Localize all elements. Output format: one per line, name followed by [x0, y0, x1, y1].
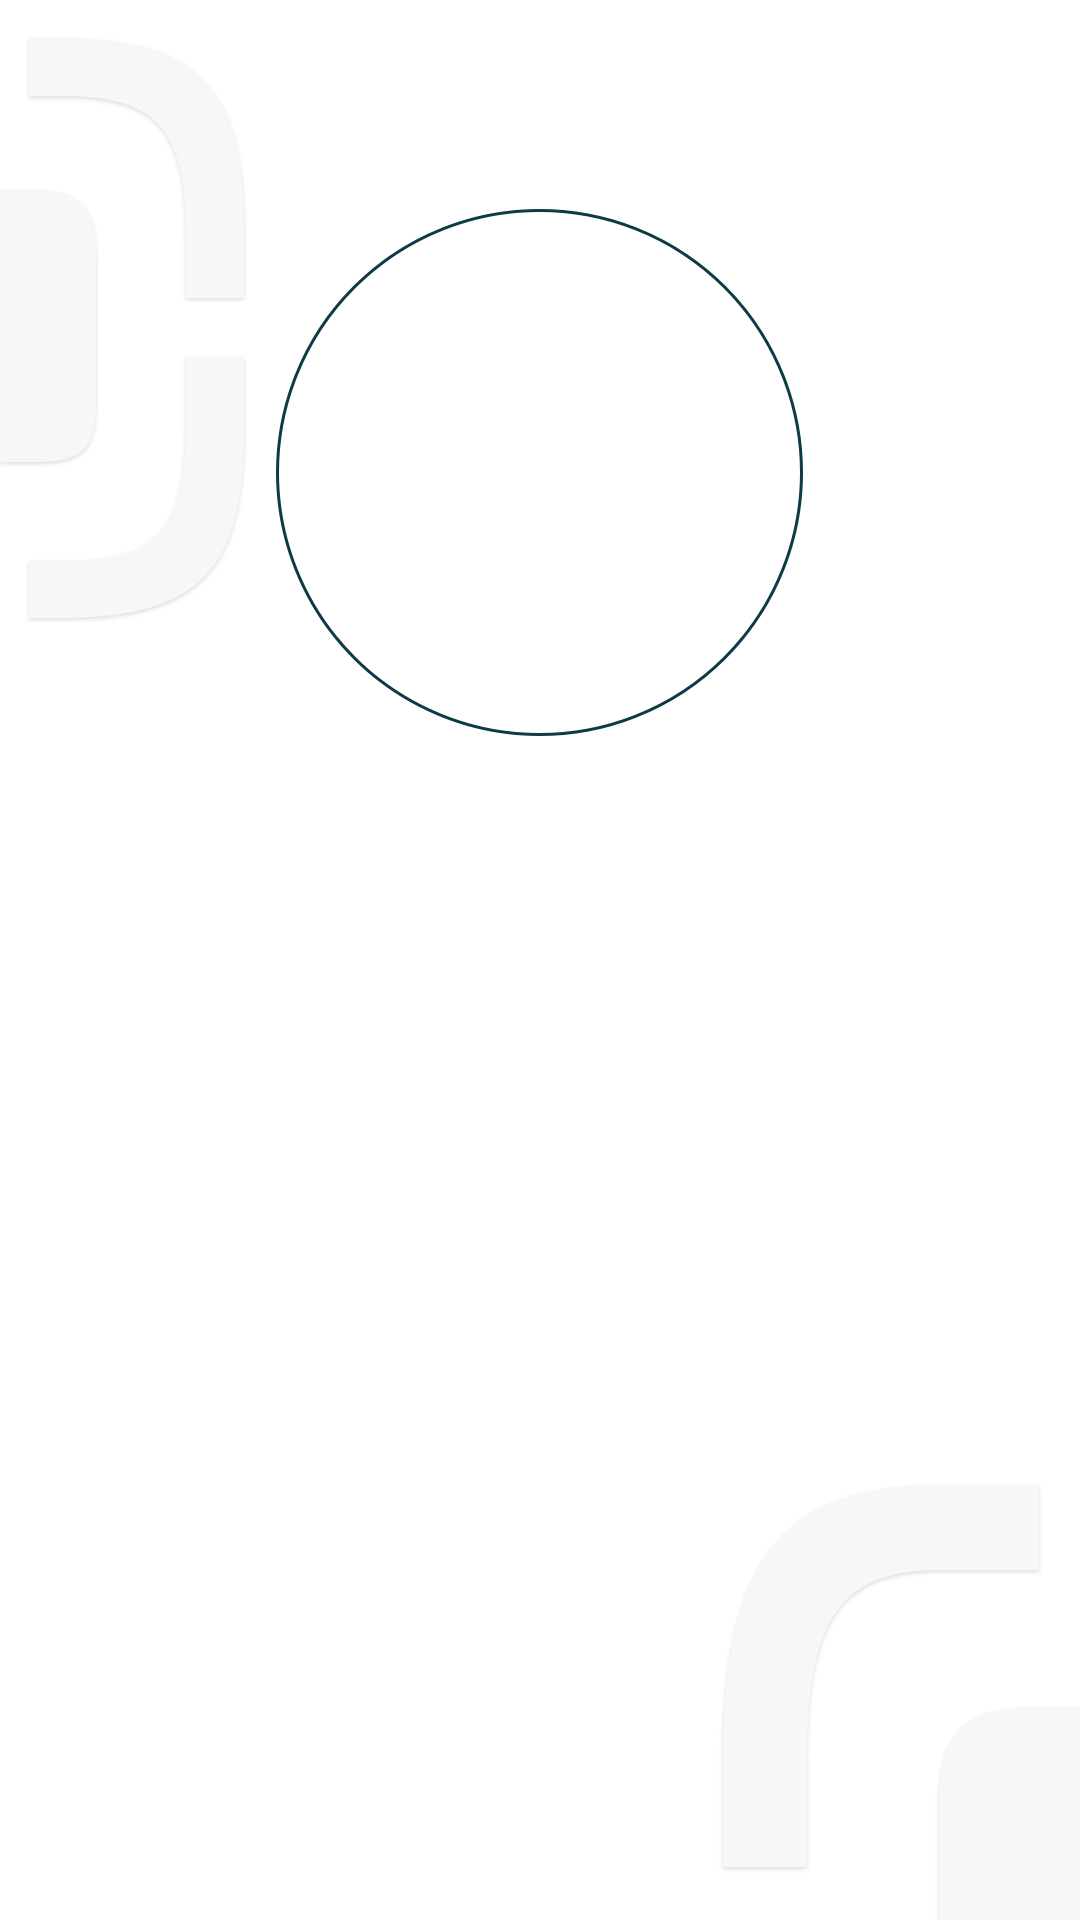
- top-left-watermark-icon: [0, 38, 244, 618]
- bottom-right-inner-block: [939, 1707, 1080, 1920]
- top-left-inner-block: [0, 190, 96, 462]
- bottom-right-watermark-icon: [723, 1485, 1080, 1920]
- avatar-placeholder-circle: [276, 209, 803, 736]
- empty-circle-icon: [279, 212, 800, 733]
- splash-screen: [0, 0, 1080, 1920]
